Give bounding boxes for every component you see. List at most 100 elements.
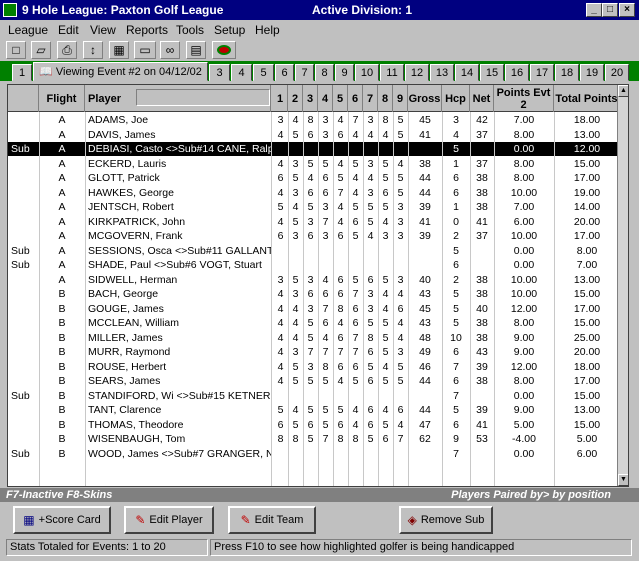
hole-score-cell: 4 [397, 288, 404, 300]
grid-line [554, 112, 555, 486]
vertical-scrollbar[interactable]: ▲ ▼ [617, 85, 628, 486]
tab-event-12[interactable]: 12 [405, 64, 429, 81]
event-tabs: 1 📖 Viewing Event #2 on 04/12/02 3456789… [0, 61, 639, 81]
tab-event-3[interactable]: 3 [209, 64, 230, 81]
menu-reports[interactable]: Reports [126, 23, 168, 37]
hole-score-cell: 6 [322, 186, 329, 199]
menu-tools[interactable]: Tools [176, 23, 204, 37]
table-row[interactable]: A ADAMS, Joe 3 4 8 3 4 7 3 8 5 45 3 42 7.00 18.00 [8, 113, 620, 127]
table-row[interactable]: Sub A SHADE, Paul <>Sub#6 VOGT, Stuart 6 0.0… [8, 258, 620, 272]
net-header[interactable]: Net [470, 85, 494, 112]
hole-6-header[interactable]: 6 [348, 85, 363, 112]
tab-event-20[interactable]: 20 [605, 64, 629, 81]
scores-grid[interactable]: Flight Player 123456789 Gross Hcp Net Po… [7, 84, 629, 487]
scroll-up-icon[interactable]: ▲ [618, 85, 628, 97]
table-row[interactable]: A DAVIS, James 4 5 6 3 6 4 4 4 5 41 4 37 8.00 13.00 [8, 128, 620, 142]
table-row[interactable]: A SIDWELL, Herman 3 5 3 4 6 5 6 5 3 40 2 38 10.00 13.00 [8, 273, 620, 287]
hole-8-header[interactable]: 8 [378, 85, 393, 112]
hcp-cell: 6 [453, 346, 459, 358]
edit-team-button[interactable]: ✎ Edit Team [228, 506, 316, 534]
tab-event-6[interactable]: 6 [275, 64, 294, 81]
table-row[interactable]: Sub B WOOD, James <>Sub#7 GRANGER, N 7 0.00 6… [8, 447, 620, 461]
table-row[interactable]: B WISENBAUGH, Tom 8 8 5 7 8 8 5 6 7 62 9 53 -4.00 5.00 [8, 432, 620, 446]
table-row[interactable]: A ECKERD, Lauris 4 3 5 5 4 5 3 5 4 38 1 37 8.00 15.00 [8, 157, 620, 171]
menu-edit[interactable]: Edit [58, 23, 79, 37]
golf-icon[interactable] [212, 41, 236, 59]
table-row[interactable]: B MILLER, James 4 4 5 4 6 7 8 5 4 48 10 38 9.00 25.00 [8, 331, 620, 345]
table-row[interactable]: B MCCLEAN, William 4 4 5 6 4 6 5 5 4 43 5 38 8.00 15.00 [8, 316, 620, 330]
tab-event-15[interactable]: 15 [480, 64, 504, 81]
tab-event-14[interactable]: 14 [455, 64, 479, 81]
menu-view[interactable]: View [90, 23, 116, 37]
hole-4-header[interactable]: 4 [318, 85, 333, 112]
points-header[interactable]: Points Evt 2 [494, 85, 554, 112]
hole-9-header[interactable]: 9 [393, 85, 408, 112]
hole-3-header[interactable]: 3 [303, 85, 318, 112]
points-cell: 0.00 [513, 447, 535, 460]
hole-1-header[interactable]: 1 [273, 85, 288, 112]
scroll-down-icon[interactable]: ▼ [618, 474, 628, 486]
table-row[interactable]: Sub B STANDIFORD, Wi <>Sub#15 KETNER 7 0.00 1… [8, 389, 620, 403]
table-row[interactable]: B THOMAS, Theodore 6 5 6 5 6 4 6 5 4 47 6 41 5.00 15.00 [8, 418, 620, 432]
maximize-button[interactable]: □ [602, 3, 618, 17]
table-row[interactable]: B MURR, Raymond 4 3 7 7 7 7 6 5 3 49 6 43 9.00 20.00 [8, 345, 620, 359]
sort-icon[interactable]: ↕ [83, 41, 103, 59]
hcp-cell: 1 [453, 201, 459, 213]
flight-header[interactable]: Flight [39, 85, 85, 112]
tab-event-active[interactable]: 📖 Viewing Event #2 on 04/12/02 [33, 62, 208, 81]
edit-player-button[interactable]: ✎ Edit Player [124, 506, 214, 534]
tab-event-10[interactable]: 10 [355, 64, 379, 81]
table-row[interactable]: A MCGOVERN, Frank 6 3 6 3 6 5 4 3 3 39 2 37 10.00 17.00 [8, 229, 620, 243]
hole-score-cell: 4 [367, 128, 374, 141]
gross-header[interactable]: Gross [408, 85, 442, 112]
tab-event-4[interactable]: 4 [231, 64, 252, 81]
card-icon[interactable]: ▭ [134, 41, 156, 59]
hcp-header[interactable]: Hcp [442, 85, 470, 112]
calculator-icon[interactable]: ▦ [109, 41, 129, 59]
open-icon[interactable]: ▱ [31, 41, 51, 59]
flight-cell: A [58, 259, 66, 271]
table-row[interactable]: B SEARS, James 4 5 5 5 4 5 6 5 5 44 6 38 8.00 17.00 [8, 374, 620, 388]
table-row[interactable]: A KIRKPATRICK, John 4 5 3 7 4 6 5 4 3 41 0 41 6.00 20.0… [8, 215, 620, 229]
binoculars-icon[interactable]: ∞ [160, 41, 180, 59]
score-card-button[interactable]: ▦ +Score Card [13, 506, 111, 534]
tab-event-1[interactable]: 1 [12, 64, 32, 81]
tab-event-5[interactable]: 5 [253, 64, 274, 81]
tab-event-9[interactable]: 9 [335, 64, 354, 81]
hole-score-cell: 5 [397, 114, 404, 126]
close-button[interactable]: × [619, 3, 635, 17]
notes-icon[interactable]: ▤ [186, 41, 206, 59]
remove-sub-button[interactable]: ◈ Remove Sub [399, 506, 493, 534]
table-row[interactable]: B TANT, Clarence 5 4 5 5 5 4 6 4 6 44 5 39 9.00 13.00 [8, 403, 620, 417]
tab-event-8[interactable]: 8 [315, 64, 334, 81]
new-icon[interactable]: □ [6, 41, 26, 59]
hole-score-cell [303, 389, 318, 403]
print-icon[interactable]: ⎙ [57, 41, 77, 59]
hcp-cell: 5 [453, 288, 459, 300]
tab-event-11[interactable]: 11 [380, 64, 404, 81]
minimize-button[interactable]: _ [586, 3, 602, 17]
table-row[interactable]: A JENTSCH, Robert 5 4 5 3 4 5 5 5 3 39 1 38 7.00 14.00 [8, 200, 620, 214]
tab-event-19[interactable]: 19 [580, 64, 604, 81]
table-row[interactable]: A GLOTT, Patrick 6 5 4 6 5 4 4 5 5 44 6 38 8.00 17.00 [8, 171, 620, 185]
menu-league[interactable]: League [8, 23, 48, 37]
menu-help[interactable]: Help [255, 23, 280, 37]
table-row[interactable]: B GOUGE, James 4 4 3 7 8 6 3 4 6 45 5 40 12.00 17.00 [8, 302, 620, 316]
player-filter-input[interactable] [136, 89, 270, 106]
tab-event-18[interactable]: 18 [555, 64, 579, 81]
score-card-label: +Score Card [38, 514, 101, 526]
tab-event-17[interactable]: 17 [530, 64, 554, 81]
table-row[interactable]: Sub A SESSIONS, Osca <>Sub#11 GALLANT 5 0.00… [8, 244, 620, 258]
tab-event-7[interactable]: 7 [295, 64, 314, 81]
tab-event-16[interactable]: 16 [505, 64, 529, 81]
tab-event-13[interactable]: 13 [430, 64, 454, 81]
table-row[interactable]: B BACH, George 4 3 6 6 6 7 3 4 4 43 5 38 10.00 15.00 [8, 287, 620, 301]
hole-5-header[interactable]: 5 [333, 85, 348, 112]
table-row[interactable]: Sub A DEBIASI, Casto <>Sub#14 CANE, Ralph 5… [8, 142, 620, 157]
total-header[interactable]: Total Points [554, 85, 620, 112]
table-row[interactable]: A HAWKES, George 4 3 6 6 7 4 3 6 5 44 6 38 10.00 19.00 [8, 186, 620, 200]
hole-7-header[interactable]: 7 [363, 85, 378, 112]
hole-2-header[interactable]: 2 [288, 85, 303, 112]
menu-setup[interactable]: Setup [214, 23, 245, 37]
table-row[interactable]: B ROUSE, Herbert 4 5 3 8 6 6 5 4 5 46 7 39 12.00 18.00 [8, 360, 620, 374]
